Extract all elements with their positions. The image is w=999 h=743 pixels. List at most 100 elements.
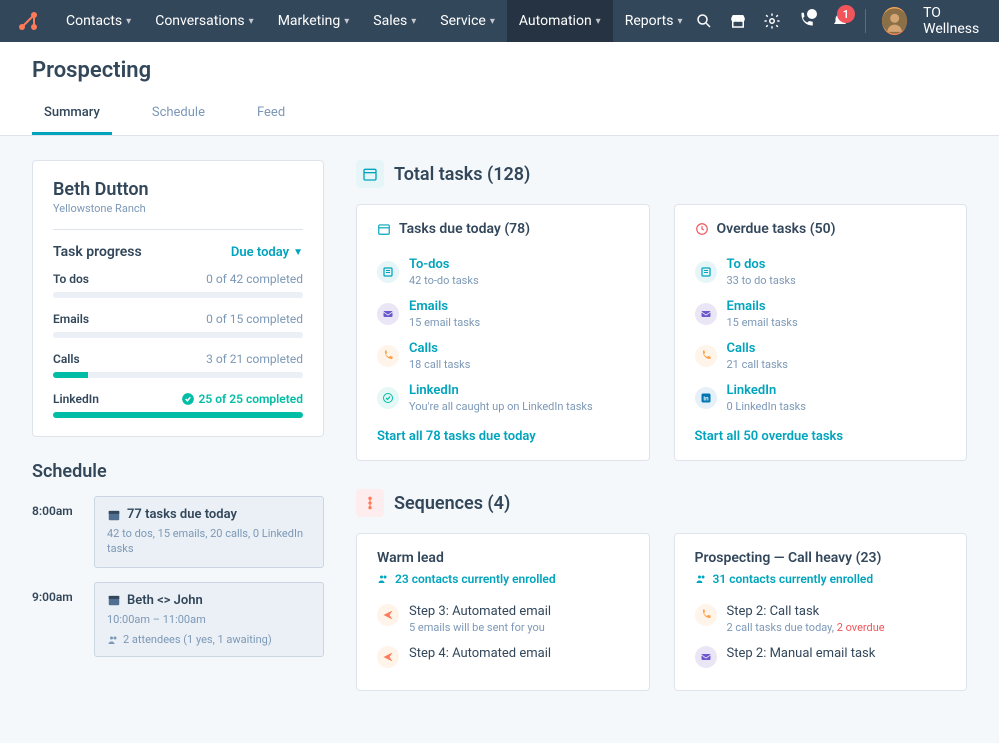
due-filter-dropdown[interactable]: Due today▼ [231,245,303,260]
hubspot-logo[interactable] [16,9,40,33]
task-list-row: Emails 15 email tasks [377,293,629,335]
schedule-time: 8:00am [32,496,82,518]
tab-summary[interactable]: Summary [32,97,112,135]
linkedin-icon: in [695,387,717,409]
progress-bar [53,332,303,338]
task-count-sub: 15 email tasks [727,316,947,329]
search-icon[interactable] [695,11,713,31]
task-list-row: To dos 33 to do tasks [695,251,947,293]
progress-label: To dos [53,272,89,286]
enrolled-link[interactable]: 23 contacts currently enrolled [377,572,629,586]
send-icon [377,646,399,668]
schedule-heading: Schedule [32,461,324,482]
email-icon [377,303,399,325]
task-type-link[interactable]: Calls [727,341,947,356]
nav-label: Reports [625,13,674,29]
step-sub: 2 call tasks due today, 2 overdue [727,621,947,634]
workspace-switcher[interactable]: TO Wellness▼ [923,5,999,37]
schedule-row: 8:00am 77 tasks due today 42 to dos, 15 … [32,496,324,568]
task-type-link[interactable]: Emails [727,299,947,314]
task-type-link[interactable]: LinkedIn [409,383,629,398]
call-icon [695,345,717,367]
task-text: To dos 33 to do tasks [727,257,947,287]
task-text: Calls 21 call tasks [727,341,947,371]
step-title: Step 3: Automated email [409,604,629,619]
tab-feed[interactable]: Feed [245,97,297,135]
progress-count: 25 of 25 completed [181,392,303,406]
user-card: Beth Dutton Yellowstone Ranch Task progr… [32,160,324,437]
task-count-sub: 0 LinkedIn tasks [727,400,947,413]
tab-schedule[interactable]: Schedule [140,97,217,135]
nav-item-marketing[interactable]: Marketing▾ [266,0,362,42]
email-icon [695,646,717,668]
progress-label: LinkedIn [53,392,99,406]
total-tasks-title: Total tasks (128) [394,164,530,185]
right-column: Total tasks (128) Tasks due today (78) T… [356,160,967,719]
progress-fill [53,412,303,418]
calendar-icon [107,593,121,607]
step-text: Step 3: Automated email 5 emails will be… [409,604,629,634]
task-count-sub: 21 call tasks [727,358,947,371]
progress-count: 3 of 21 completed [206,352,303,366]
user-name: Beth Dutton [53,179,303,200]
schedule-card[interactable]: Beth <> John 10:00am – 11:00am 2 attende… [94,582,324,657]
chevron-down-icon: ▾ [249,16,254,27]
sequences-section-icon [356,489,384,517]
nav-label: Conversations [155,13,244,29]
task-list-row: LinkedIn You're all caught up on LinkedI… [377,377,629,419]
overdue-tasks-card: Overdue tasks (50) To dos 33 to do tasks… [674,204,968,461]
nav-label: Marketing [278,13,341,29]
schedule-card[interactable]: 77 tasks due today 42 to dos, 15 emails,… [94,496,324,568]
step-sub: 5 emails will be sent for you [409,621,629,634]
schedule-card-title: 77 tasks due today [107,507,311,522]
progress-row: Emails 0 of 15 completed [53,312,303,338]
sequence-title: Prospecting — Call heavy (23) [695,550,947,566]
nav-item-reports[interactable]: Reports▾ [613,0,695,42]
svg-text:in: in [703,397,709,403]
progress-count: 0 of 15 completed [206,312,303,326]
notifications-icon[interactable]: 1 [831,11,849,31]
marketplace-icon[interactable] [729,11,747,31]
progress-rows: To dos 0 of 42 completed Emails 0 of 15 … [53,272,303,418]
task-type-link[interactable]: To dos [727,257,947,272]
todo-icon [377,261,399,283]
nav-item-contacts[interactable]: Contacts▾ [54,0,143,42]
start-all-overdue-link[interactable]: Start all 50 overdue tasks [695,429,844,444]
task-type-link[interactable]: Emails [409,299,629,314]
divider [865,9,866,33]
progress-fill [53,372,88,378]
nav-item-automation[interactable]: Automation▾ [507,0,613,42]
calendar-icon [107,508,121,522]
task-count-sub: 33 to do tasks [727,274,947,287]
card-header: Tasks due today (78) [377,221,629,237]
divider [53,229,303,230]
progress-row: To dos 0 of 42 completed [53,272,303,298]
chevron-down-icon: ▾ [411,16,416,27]
step-title: Step 2: Manual email task [727,646,947,661]
start-all-today-link[interactable]: Start all 78 tasks due today [377,429,536,444]
sequence-card: Warm lead 23 contacts currently enrolled… [356,533,650,691]
progress-bar [53,292,303,298]
nav-item-sales[interactable]: Sales▾ [361,0,428,42]
nav-item-conversations[interactable]: Conversations ▾ [143,0,266,42]
schedule-row: 9:00am Beth <> John 10:00am – 11:00am 2 … [32,582,324,657]
settings-icon[interactable] [763,11,781,31]
task-type-link[interactable]: To-dos [409,257,629,272]
nav-item-service[interactable]: Service▾ [428,0,507,42]
page-tabs: Summary Schedule Feed [32,97,967,135]
chevron-down-icon: ▾ [344,16,349,27]
overdue-task-list: To dos 33 to do tasks Emails 15 email ta… [695,251,947,419]
progress-count: 0 of 42 completed [206,272,303,286]
contacts-icon [695,573,707,585]
sequences-header: Sequences (4) [356,489,967,517]
task-type-link[interactable]: LinkedIn [727,383,947,398]
total-tasks-header: Total tasks (128) [356,160,967,188]
enrolled-link[interactable]: 31 contacts currently enrolled [695,572,947,586]
task-type-link[interactable]: Calls [409,341,629,356]
sequence-card: Prospecting — Call heavy (23) 31 contact… [674,533,968,691]
user-avatar[interactable] [882,7,907,35]
check-icon [181,392,195,406]
calling-icon[interactable] [797,11,815,31]
step-text: Step 2: Manual email task [727,646,947,661]
step-title: Step 4: Automated email [409,646,629,661]
